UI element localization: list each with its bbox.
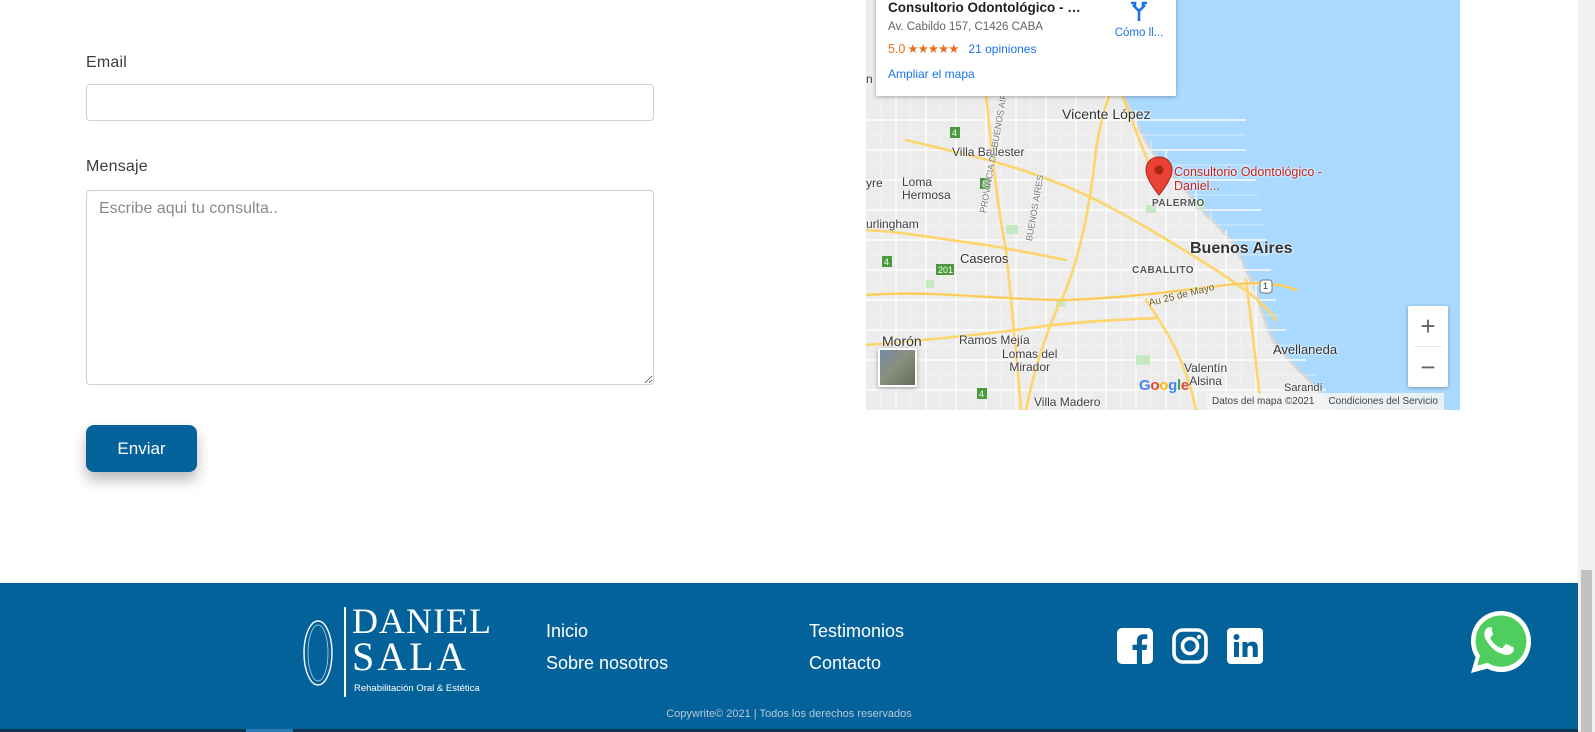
map-data-text: Datos del mapa ©2021: [1212, 396, 1315, 407]
map-label-hurlingham: urlingham: [866, 217, 919, 231]
satellite-toggle[interactable]: [878, 348, 917, 387]
email-field[interactable]: [86, 84, 654, 121]
reviews-link[interactable]: 21 opiniones: [968, 42, 1036, 56]
brand-logo[interactable]: DANIEL SALA Rehabilitación Oral & Estéti…: [302, 601, 492, 701]
directions-icon: [1131, 1, 1147, 21]
map-label-lomas-del-mirador: Lomas del Mirador: [1002, 347, 1058, 374]
footer-link-testimonios[interactable]: Testimonios: [809, 621, 904, 642]
route-shield: 4: [884, 257, 890, 267]
zoom-out-button[interactable]: −: [1408, 347, 1448, 387]
map-pin-icon[interactable]: [1145, 156, 1173, 196]
logo-mark-icon: [303, 607, 346, 697]
map-label-vicente-lopez: Vicente López: [1062, 106, 1151, 122]
zoom-in-button[interactable]: +: [1408, 306, 1448, 346]
footer-link-contacto[interactable]: Contacto: [809, 653, 881, 674]
footer-link-sobre-nosotros[interactable]: Sobre nosotros: [546, 653, 668, 674]
map-label-avellaneda: Avellaneda: [1273, 342, 1338, 357]
rating-stars-icon: ★★★★★: [907, 42, 959, 56]
footer-link-inicio[interactable]: Inicio: [546, 621, 588, 642]
map-label-edge: yre: [866, 176, 883, 190]
route-shield: 201: [938, 265, 954, 275]
whatsapp-icon[interactable]: [1468, 609, 1534, 675]
map-label-villa-madero: Villa Madero: [1034, 395, 1101, 409]
place-name: Consultorio Odontológico - Da...: [888, 0, 1088, 15]
linkedin-icon[interactable]: [1227, 628, 1263, 664]
map-label-caseros: Caseros: [960, 251, 1009, 266]
page-scrollbar[interactable]: [1578, 0, 1595, 732]
directions-label: Cómo ll...: [1114, 27, 1164, 39]
route-shield: 4: [979, 389, 985, 399]
terms-link[interactable]: Condiciones del Servicio: [1328, 396, 1438, 407]
logo-name-line2: SALA: [352, 634, 469, 679]
facebook-icon[interactable]: [1117, 628, 1153, 664]
enlarge-map-link[interactable]: Ampliar el mapa: [888, 67, 1164, 81]
footer: DANIEL SALA Rehabilitación Oral & Estéti…: [0, 583, 1578, 732]
map-label-valentin-alsina: Valentín Alsina: [1184, 361, 1228, 388]
logo-tagline: Rehabilitación Oral & Estética: [354, 683, 480, 694]
google-logo: Google: [1139, 377, 1189, 394]
scrollbar-thumb[interactable]: [1581, 570, 1592, 732]
rating-score: 5.0: [888, 42, 906, 56]
map-label-moron: Morón: [882, 333, 922, 349]
place-rating: 5.0 ★★★★★ 21 opiniones: [888, 41, 1164, 56]
route-shield: 1: [1263, 281, 1269, 291]
map-attribution: Datos del mapa ©2021 Condiciones del Serv…: [1206, 393, 1444, 410]
message-label: Mensaje: [86, 158, 148, 175]
submit-button[interactable]: Enviar: [86, 425, 197, 472]
instagram-icon[interactable]: [1172, 628, 1208, 664]
zoom-control: + −: [1408, 306, 1448, 387]
map-pin-label[interactable]: Consultorio Odontológico - Daniel...: [1174, 165, 1334, 193]
message-textarea[interactable]: [86, 190, 654, 385]
directions-button[interactable]: Cómo ll...: [1104, 0, 1174, 39]
email-label: Email: [86, 54, 128, 71]
map-label-palermo: PALERMO: [1152, 198, 1205, 209]
map-label-buenos-aires: Buenos Aires: [1190, 240, 1293, 257]
map-label-caballito: CABALLITO: [1132, 265, 1195, 276]
route-shield: 4: [952, 128, 958, 138]
google-map[interactable]: 4 8 201 4 4 1 Vicente López Villa Balles…: [866, 0, 1460, 410]
map-label-ramos-mejia: Ramos Mejía: [959, 333, 1030, 347]
place-card: Consultorio Odontológico - Da... Av. Cab…: [876, 0, 1176, 96]
map-label-loma-hermosa: Loma Hermosa: [902, 175, 951, 202]
copyright-text: Copywrite© 2021 | Todos los derechos res…: [666, 708, 912, 720]
